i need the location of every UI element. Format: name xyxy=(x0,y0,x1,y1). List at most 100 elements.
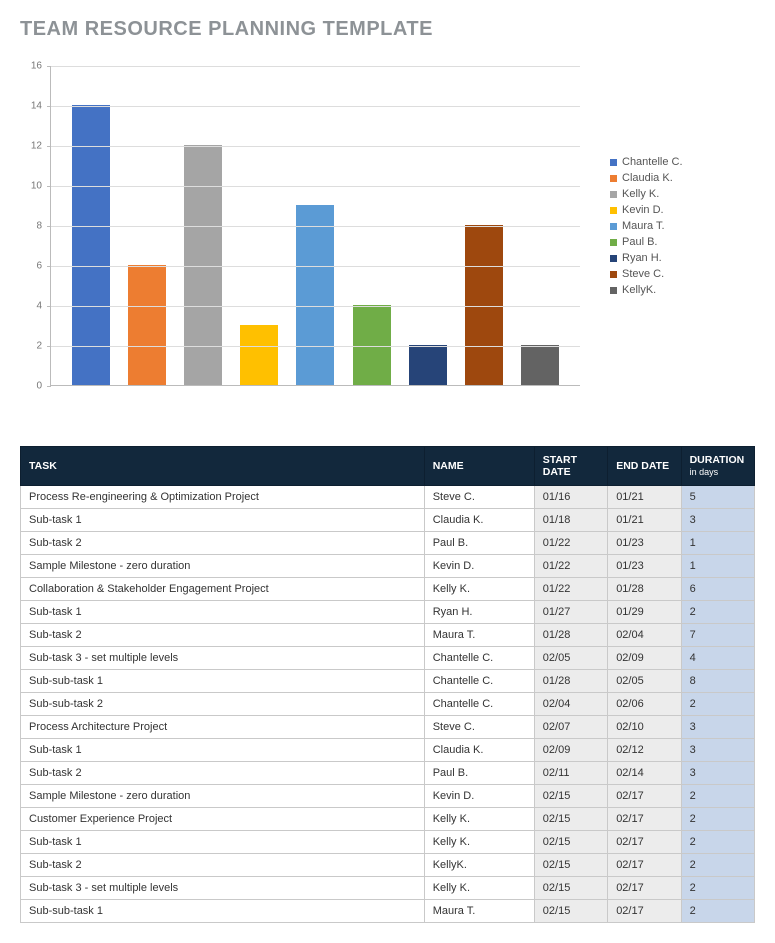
cell-name: Paul B. xyxy=(424,532,534,555)
y-tickmark xyxy=(47,386,51,387)
legend-item: Claudia K. xyxy=(610,172,683,184)
y-tick-label: 10 xyxy=(31,181,42,192)
cell-duration: 7 xyxy=(681,624,754,647)
y-tickmark xyxy=(47,186,51,187)
cell-duration: 1 xyxy=(681,532,754,555)
cell-task: Process Architecture Project xyxy=(21,716,425,739)
cell-start: 02/04 xyxy=(534,693,607,716)
legend-item: Maura T. xyxy=(610,220,683,232)
cell-start: 02/15 xyxy=(534,900,607,923)
y-tick-label: 0 xyxy=(36,381,42,392)
cell-duration: 8 xyxy=(681,670,754,693)
cell-start: 02/15 xyxy=(534,831,607,854)
cell-end: 02/14 xyxy=(608,762,681,785)
cell-duration: 1 xyxy=(681,555,754,578)
cell-task: Sub-task 2 xyxy=(21,854,425,877)
cell-start: 01/22 xyxy=(534,578,607,601)
legend-item: Chantelle C. xyxy=(610,156,683,168)
legend-label: KellyK. xyxy=(622,284,656,296)
cell-start: 01/28 xyxy=(534,624,607,647)
bar xyxy=(296,205,334,385)
cell-duration: 2 xyxy=(681,693,754,716)
table-row: Sub-task 1Claudia K.01/1801/213 xyxy=(21,509,755,532)
cell-duration: 2 xyxy=(681,854,754,877)
bar xyxy=(128,265,166,385)
cell-start: 02/07 xyxy=(534,716,607,739)
cell-name: Maura T. xyxy=(424,900,534,923)
gridline xyxy=(51,266,580,267)
cell-duration: 6 xyxy=(681,578,754,601)
legend-label: Chantelle C. xyxy=(622,156,683,168)
legend-item: Kevin D. xyxy=(610,204,683,216)
cell-start: 01/16 xyxy=(534,486,607,509)
cell-task: Sub-task 1 xyxy=(21,831,425,854)
cell-duration: 2 xyxy=(681,601,754,624)
gridline xyxy=(51,106,580,107)
bar xyxy=(184,145,222,385)
table-row: Sub-sub-task 1Maura T.02/1502/172 xyxy=(21,900,755,923)
cell-end: 02/10 xyxy=(608,716,681,739)
cell-task: Sample Milestone - zero duration xyxy=(21,785,425,808)
cell-name: Kelly K. xyxy=(424,578,534,601)
y-tickmark xyxy=(47,146,51,147)
cell-name: Chantelle C. xyxy=(424,647,534,670)
cell-name: Steve C. xyxy=(424,716,534,739)
y-tickmark xyxy=(47,106,51,107)
table-row: Sub-task 3 - set multiple levelsChantell… xyxy=(21,647,755,670)
cell-duration: 2 xyxy=(681,831,754,854)
cell-name: KellyK. xyxy=(424,854,534,877)
legend-swatch xyxy=(610,207,617,214)
cell-duration: 3 xyxy=(681,762,754,785)
cell-name: Kelly K. xyxy=(424,831,534,854)
table-row: Sub-task 2Paul B.02/1102/143 xyxy=(21,762,755,785)
table-row: Sample Milestone - zero durationKevin D.… xyxy=(21,555,755,578)
cell-start: 02/15 xyxy=(534,854,607,877)
header-task: TASK xyxy=(21,447,425,486)
cell-task: Sub-task 2 xyxy=(21,532,425,555)
cell-end: 02/17 xyxy=(608,785,681,808)
cell-task: Customer Experience Project xyxy=(21,808,425,831)
cell-task: Sub-task 1 xyxy=(21,739,425,762)
bar xyxy=(409,345,447,385)
cell-name: Ryan H. xyxy=(424,601,534,624)
table-row: Sub-task 1Kelly K.02/1502/172 xyxy=(21,831,755,854)
gridline xyxy=(51,66,580,67)
cell-task: Sub-task 1 xyxy=(21,601,425,624)
legend-label: Kevin D. xyxy=(622,204,664,216)
cell-start: 01/22 xyxy=(534,555,607,578)
cell-name: Maura T. xyxy=(424,624,534,647)
cell-end: 02/06 xyxy=(608,693,681,716)
cell-duration: 2 xyxy=(681,808,754,831)
cell-start: 02/09 xyxy=(534,739,607,762)
cell-end: 02/17 xyxy=(608,808,681,831)
cell-task: Process Re-engineering & Optimization Pr… xyxy=(21,486,425,509)
cell-end: 01/23 xyxy=(608,532,681,555)
legend-item: Paul B. xyxy=(610,236,683,248)
legend-swatch xyxy=(610,159,617,166)
cell-start: 01/28 xyxy=(534,670,607,693)
cell-task: Sub-sub-task 1 xyxy=(21,670,425,693)
cell-name: Kelly K. xyxy=(424,808,534,831)
table-row: Sample Milestone - zero durationKevin D.… xyxy=(21,785,755,808)
table-row: Sub-sub-task 2Chantelle C.02/0402/062 xyxy=(21,693,755,716)
y-tick-label: 16 xyxy=(31,61,42,72)
y-tickmark xyxy=(47,66,51,67)
table-row: Collaboration & Stakeholder Engagement P… xyxy=(21,578,755,601)
gridline xyxy=(51,306,580,307)
y-tickmark xyxy=(47,306,51,307)
legend-swatch xyxy=(610,255,617,262)
cell-task: Sub-task 1 xyxy=(21,509,425,532)
legend-swatch xyxy=(610,287,617,294)
cell-task: Sub-task 3 - set multiple levels xyxy=(21,877,425,900)
header-end: END DATE xyxy=(608,447,681,486)
table-row: Sub-task 2Maura T.01/2802/047 xyxy=(21,624,755,647)
cell-end: 02/17 xyxy=(608,877,681,900)
cell-duration: 4 xyxy=(681,647,754,670)
cell-start: 02/15 xyxy=(534,808,607,831)
gridline xyxy=(51,346,580,347)
gridline xyxy=(51,226,580,227)
cell-end: 02/04 xyxy=(608,624,681,647)
y-axis: 0246810121416 xyxy=(20,66,50,386)
cell-duration: 2 xyxy=(681,785,754,808)
y-tick-label: 8 xyxy=(36,221,42,232)
